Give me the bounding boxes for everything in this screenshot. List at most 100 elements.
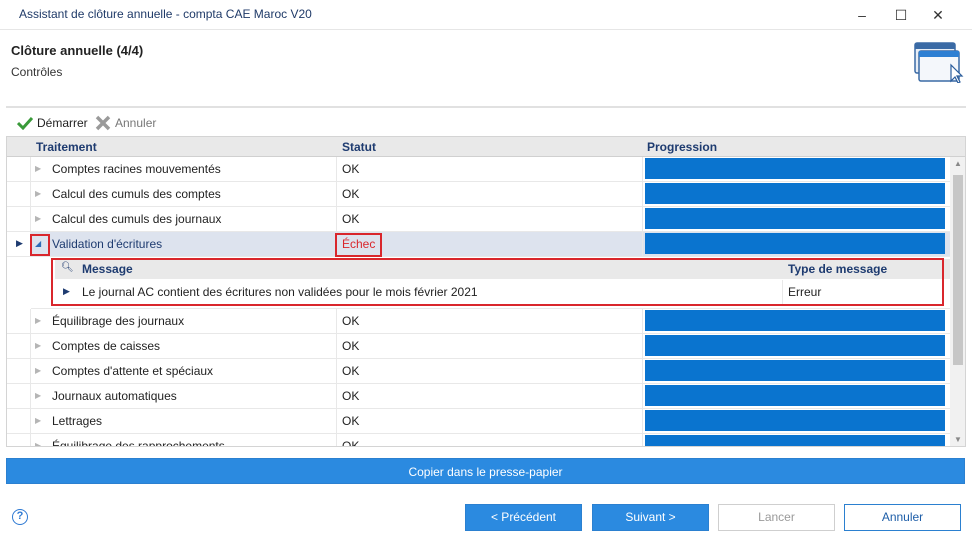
next-button[interactable]: Suivant > (592, 504, 709, 531)
row-status: OK (342, 439, 360, 447)
minimize-button[interactable]: – (848, 4, 876, 26)
scrollbar-thumb[interactable] (953, 175, 963, 365)
scroll-down-icon[interactable]: ▼ (950, 433, 965, 446)
row-status: OK (342, 389, 360, 403)
cross-icon (95, 115, 111, 131)
wizard-header: Clôture annuelle (4/4) Contrôles (0, 31, 972, 101)
window-cursor-icon (914, 42, 964, 83)
row-name: Journaux automatiques (52, 389, 177, 403)
close-button[interactable]: ✕ (924, 4, 952, 26)
table-row[interactable]: ▶ Comptes racines mouvementés OK (7, 157, 965, 182)
table-row[interactable]: ▶ Comptes d'attente et spéciaux OK (7, 359, 965, 384)
expand-arrow-icon[interactable]: ▶ (35, 163, 45, 175)
copy-to-clipboard-button[interactable]: Copier dans le presse-papier (6, 458, 965, 484)
column-header-traitement[interactable]: Traitement (36, 140, 97, 154)
row-indicator[interactable] (7, 157, 31, 181)
progress-bar (645, 208, 945, 229)
row-name: Calcul des cumuls des journaux (52, 212, 222, 226)
grid-header: Traitement Statut Progression (7, 137, 965, 157)
detail-grid[interactable]: 🔍︎ Message Type de message ▶ Le journal … (31, 257, 965, 309)
column-header-statut[interactable]: Statut (342, 140, 376, 154)
expand-arrow-icon[interactable]: ▶ (35, 390, 45, 402)
detail-type: Erreur (788, 285, 822, 299)
table-row[interactable]: ▶ Journaux automatiques OK (7, 384, 965, 409)
row-name: Équilibrage des rapprochements (52, 439, 225, 447)
progress-bar (645, 410, 945, 431)
row-status: OK (342, 339, 360, 353)
vertical-scrollbar[interactable]: ▲ ▼ (950, 157, 965, 446)
detail-row[interactable]: ▶ Le journal AC contient des écritures n… (55, 280, 965, 304)
column-header-type[interactable]: Type de message (788, 262, 887, 276)
row-name: Comptes racines mouvementés (52, 162, 221, 176)
detail-header: 🔍︎ Message Type de message (55, 259, 965, 279)
scroll-up-icon[interactable]: ▲ (950, 157, 965, 171)
row-indicator[interactable] (7, 434, 31, 446)
row-indicator[interactable] (7, 309, 31, 333)
row-name: Calcul des cumuls des comptes (52, 187, 221, 201)
row-indicator[interactable] (7, 359, 31, 383)
table-row[interactable]: ▶ Calcul des cumuls des comptes OK (7, 182, 965, 207)
expand-arrow-icon[interactable]: ▶ (35, 365, 45, 377)
maximize-button[interactable]: ☐ (887, 4, 915, 26)
cancel-button[interactable]: Annuler (844, 504, 961, 531)
table-row-selected[interactable]: ▶ ◢ Validation d'écritures Échec (7, 232, 965, 257)
row-status: OK (342, 364, 360, 378)
row-name: Comptes d'attente et spéciaux (52, 364, 214, 378)
column-header-progression[interactable]: Progression (647, 140, 717, 154)
title-bar: Assistant de clôture annuelle - compta C… (0, 0, 972, 30)
detail-message: Le journal AC contient des écritures non… (82, 285, 478, 299)
column-header-message[interactable]: Message (82, 262, 133, 276)
help-icon[interactable]: ? (12, 509, 28, 525)
start-button[interactable]: Démarrer (17, 113, 88, 133)
toolbar-cancel-button[interactable]: Annuler (95, 113, 156, 133)
expand-arrow-icon[interactable]: ▶ (35, 340, 45, 352)
progress-bar (645, 385, 945, 406)
progress-bar (645, 183, 945, 204)
collapse-arrow-icon[interactable]: ◢ (35, 238, 45, 250)
row-name: Comptes de caisses (52, 339, 161, 353)
header-separator (6, 106, 966, 108)
search-icon[interactable]: 🔍︎ (61, 262, 74, 273)
expand-arrow-icon[interactable]: ▶ (35, 440, 45, 446)
row-status: OK (342, 187, 360, 201)
progress-bar (645, 360, 945, 381)
row-indicator[interactable] (7, 182, 31, 206)
processing-grid[interactable]: Traitement Statut Progression ▶ Comptes … (6, 136, 966, 447)
row-name: Lettrages (52, 414, 103, 428)
progress-bar (645, 233, 945, 254)
toolbar: Démarrer Annuler (6, 110, 966, 136)
previous-button[interactable]: < Précédent (465, 504, 582, 531)
row-indicator[interactable] (7, 409, 31, 433)
progress-bar (645, 335, 945, 356)
progress-bar (645, 435, 945, 446)
table-row[interactable]: ▶ Lettrages OK (7, 409, 965, 434)
row-status-error: Échec (342, 237, 376, 251)
row-indicator[interactable] (7, 384, 31, 408)
row-status: OK (342, 414, 360, 428)
row-indicator[interactable] (7, 207, 31, 231)
row-name: Validation d'écritures (52, 237, 163, 251)
window-title: Assistant de clôture annuelle - compta C… (19, 7, 312, 21)
page-subtitle: Contrôles (11, 65, 63, 79)
row-indicator[interactable] (7, 334, 31, 358)
current-row-arrow-icon: ▶ (63, 286, 70, 296)
row-indicator[interactable]: ▶ (7, 232, 31, 256)
table-row[interactable]: ▶ Équilibrage des journaux OK (7, 309, 965, 334)
expand-arrow-icon[interactable]: ▶ (35, 415, 45, 427)
toolbar-cancel-label: Annuler (115, 116, 157, 130)
launch-button[interactable]: Lancer (718, 504, 835, 531)
expand-arrow-icon[interactable]: ▶ (35, 213, 45, 225)
row-status: OK (342, 314, 360, 328)
current-row-arrow-icon: ▶ (16, 238, 23, 248)
row-status: OK (342, 212, 360, 226)
table-row[interactable]: ▶ Calcul des cumuls des journaux OK (7, 207, 965, 232)
checkmark-icon (17, 116, 33, 130)
page-title: Clôture annuelle (4/4) (11, 43, 144, 58)
expand-arrow-icon[interactable]: ▶ (35, 315, 45, 327)
expand-arrow-icon[interactable]: ▶ (35, 188, 45, 200)
progress-bar (645, 158, 945, 179)
table-row[interactable]: ▶ Comptes de caisses OK (7, 334, 965, 359)
table-row[interactable]: ▶ Équilibrage des rapprochements OK (7, 434, 965, 447)
row-status: OK (342, 162, 360, 176)
progress-bar (645, 310, 945, 331)
